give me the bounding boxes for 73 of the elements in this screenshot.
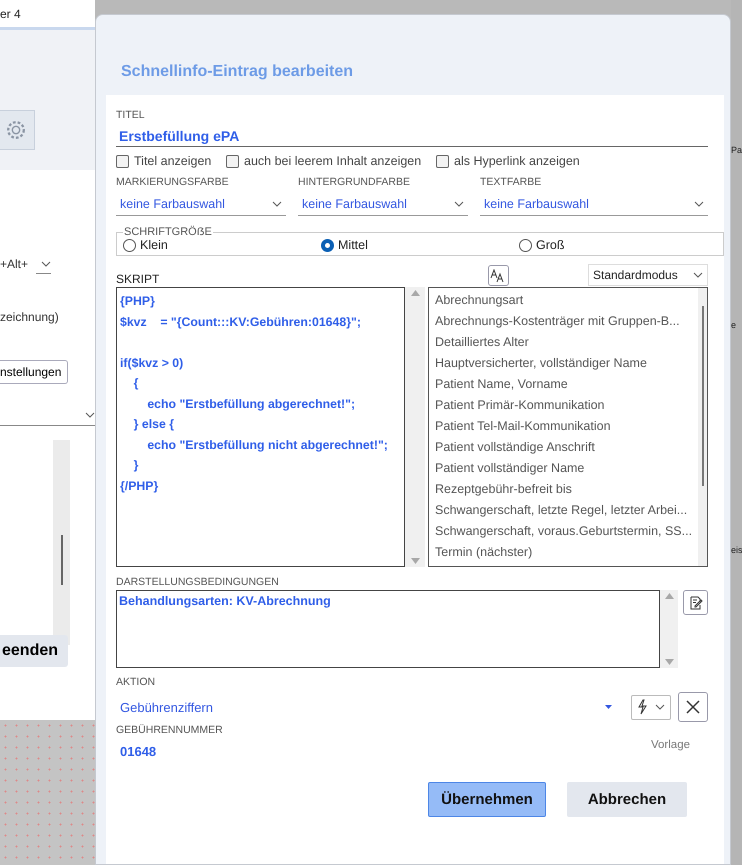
checkbox-label: auch bei leerem Inhalt anzeigen [244, 154, 422, 168]
list-item[interactable]: Patient Name, Vorname [435, 374, 692, 395]
dropdown-arrow-icon [605, 705, 612, 709]
lightning-dropdown[interactable] [631, 694, 671, 720]
action-select[interactable]: Gebührenziffern [116, 700, 624, 714]
checkbox-label: Titel anzeigen [134, 154, 212, 168]
checkbox[interactable] [436, 154, 449, 168]
field-label: TEXTFARBE [480, 176, 542, 188]
conditions-field[interactable]: Behandlungsarten: KV-Abrechnung [116, 590, 660, 668]
field-label: AKTION [116, 676, 156, 688]
group-label: SCHRIFTGRÖẞE [123, 226, 213, 238]
color-select[interactable]: keine Farbauswahl [116, 193, 286, 216]
field-label: SKRIPT [116, 272, 160, 286]
list-item[interactable]: Rezeptgebühr-befreit bis [435, 479, 692, 500]
list-item[interactable]: Patient Primär-Kommunikation [435, 395, 692, 416]
color-select[interactable]: keine Farbauswahl [480, 193, 708, 216]
list-item[interactable]: Abrechnungs-Kostenträger mit Gruppen-B... [435, 311, 692, 332]
settings-text-button[interactable]: nstellungen [0, 360, 68, 384]
list-item[interactable]: Patient vollständige Anschrift [435, 437, 692, 458]
chevron-down-icon [272, 201, 282, 207]
close-button[interactable] [678, 692, 708, 722]
close-icon [686, 700, 700, 714]
chevron-down-icon [693, 272, 703, 278]
chevron-down-icon [654, 704, 665, 710]
field-label: HINTERGRUNDFARBE [298, 176, 412, 188]
chevron-down-icon [454, 201, 464, 207]
radio-button[interactable] [321, 238, 334, 252]
template-label: Vorlage [650, 738, 691, 751]
edge-text: Pa [731, 145, 742, 155]
font-size-icon [490, 268, 506, 282]
end-button[interactable]: eenden [0, 635, 68, 667]
edge-text: eis [731, 545, 742, 555]
mode-select[interactable]: Standardmodus [588, 264, 708, 286]
cancel-button[interactable]: Abbrechen [567, 782, 687, 817]
list-item[interactable]: Detailliertes Alter [435, 332, 692, 353]
shortcut-label: +Alt+ [0, 257, 28, 271]
settings-icon [4, 119, 26, 141]
font-size-button[interactable] [488, 265, 509, 286]
list-item[interactable]: Schwangerschaft, letzte Regel, letzter Arbei... [435, 500, 692, 521]
chevron-down-icon [41, 260, 52, 266]
scrollbar[interactable] [53, 440, 70, 645]
edit-icon [688, 596, 702, 610]
list-item[interactable]: Termin (nächster) [435, 542, 692, 563]
color-select[interactable]: keine Farbauswahl [298, 193, 468, 216]
list-item[interactable]: Patient Tel-Mail-Kommunikation [435, 416, 692, 437]
list-item[interactable]: Hauptversicherter, vollständiger Name [435, 353, 692, 374]
list-item[interactable]: Abrechnungsart [435, 290, 692, 311]
field-label: TITEL [116, 109, 146, 121]
radio-label: Klein [140, 238, 168, 252]
checkbox-label: als Hyperlink anzeigen [454, 154, 580, 168]
field-label: DARSTELLUNGSBEDINGUNGEN [116, 576, 280, 588]
fee-number-field[interactable]: 01648 [116, 736, 160, 767]
radio-label: Groß [536, 238, 564, 252]
field-label: GEBÜHRENNUMMER [116, 724, 224, 736]
radio-button[interactable] [519, 238, 532, 252]
apply-button[interactable]: Übernehmen [428, 782, 546, 817]
title-input[interactable]: Erstbefüllung ePA [116, 126, 708, 147]
checkbox[interactable] [226, 154, 239, 168]
option-label: zeichnung) [0, 310, 59, 324]
radio-button[interactable] [123, 238, 136, 252]
list-item[interactable]: Patient vollständiger Name [435, 458, 692, 479]
script-editor[interactable]: {PHP} $kvz = "{Count:::KV:Gebühren:01648}"; if($kvz > 0) { echo "Erstbefüllung abgerechnet!"; } else { echo "Erstbefüllung nicht abgerechnet!"; } {/PHP} [116, 287, 405, 567]
edge-text: e [731, 320, 738, 330]
checkbox[interactable] [116, 154, 129, 168]
chevron-down-icon [694, 201, 704, 207]
chevron-down-icon [85, 412, 95, 418]
edit-button[interactable] [683, 590, 708, 615]
dialog-title: Schnellinfo-Eintrag bearbeiten [120, 62, 354, 82]
lightning-icon [637, 699, 648, 715]
scrollbar[interactable] [698, 288, 707, 566]
radio-label: Mittel [338, 238, 368, 252]
list-item[interactable]: Schwangerschaft, voraus.Geburtstermin, SS... [435, 521, 692, 542]
field-label: MARKIERUNGSFARBE [116, 176, 230, 188]
